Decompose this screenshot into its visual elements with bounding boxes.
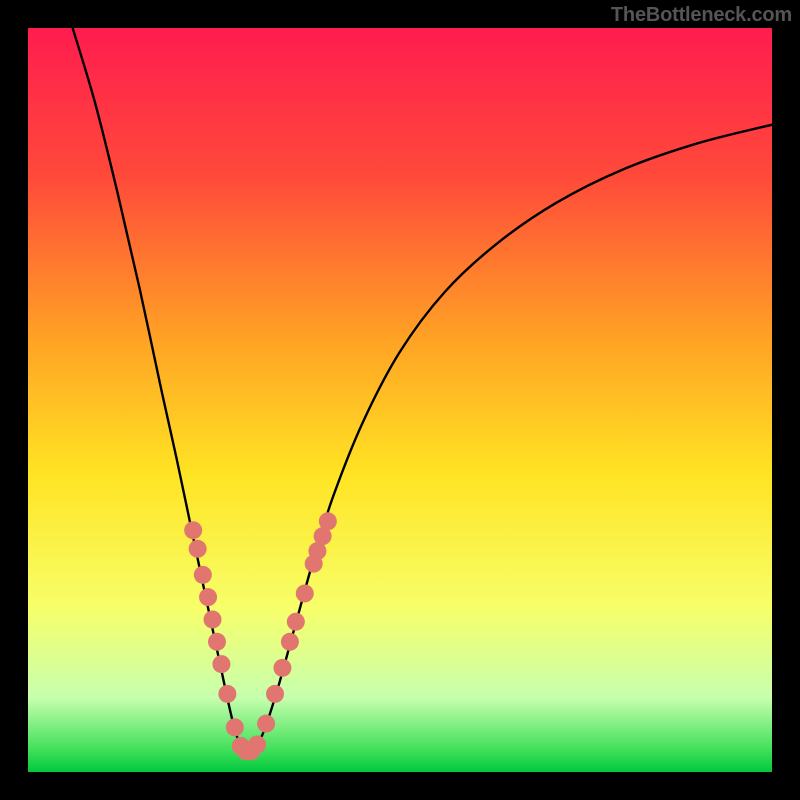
data-marker	[273, 659, 291, 677]
plot-area	[28, 28, 772, 772]
data-marker	[248, 735, 266, 753]
data-marker	[199, 588, 217, 606]
data-marker	[296, 584, 314, 602]
data-marker	[212, 655, 230, 673]
data-marker	[257, 715, 275, 733]
data-marker	[184, 521, 202, 539]
data-marker	[287, 613, 305, 631]
data-marker	[204, 610, 222, 628]
data-marker	[226, 718, 244, 736]
data-marker	[266, 685, 284, 703]
data-marker	[208, 633, 226, 651]
data-marker	[189, 540, 207, 558]
data-marker	[319, 512, 337, 530]
chart-background	[28, 28, 772, 772]
data-marker	[281, 633, 299, 651]
watermark-text: TheBottleneck.com	[611, 4, 792, 27]
data-marker	[194, 566, 212, 584]
chart-svg	[28, 28, 772, 772]
data-marker	[218, 685, 236, 703]
